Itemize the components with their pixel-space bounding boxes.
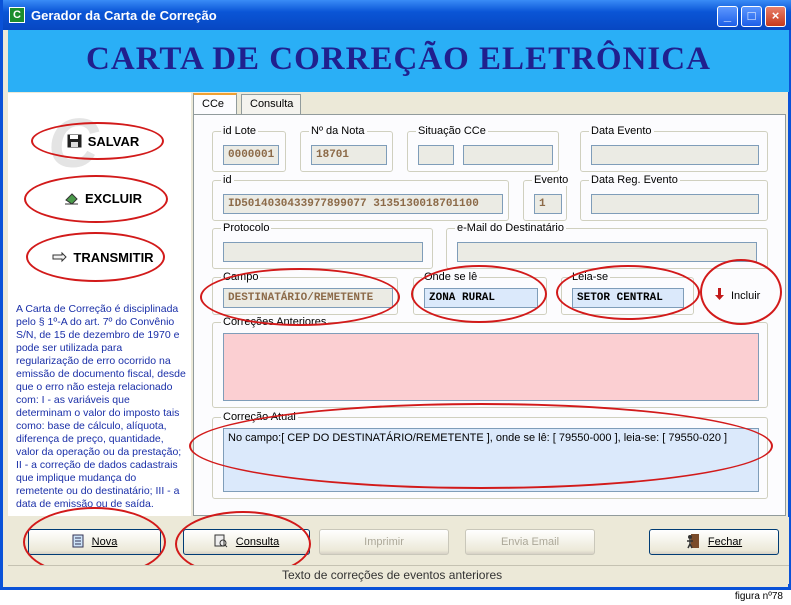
nota-group: Nº da Nota 18701 (300, 125, 393, 172)
annotation-circle-leia (556, 265, 700, 320)
data-reg-group: Data Reg. Evento (580, 174, 768, 221)
situacao-group: Situação CCe (407, 125, 559, 172)
imprimir-button[interactable]: Imprimir (319, 529, 449, 555)
fechar-button[interactable]: Fechar (649, 529, 779, 555)
title-bar[interactable]: C Gerador da Carta de Correção _ □ × (3, 0, 791, 30)
annotation-circle-incluir (700, 259, 782, 325)
evento-group: Evento 1 (523, 174, 571, 221)
protocolo-group: Protocolo (212, 222, 433, 269)
window-title: Gerador da Carta de Correção (31, 8, 217, 23)
status-bar: Texto de correções de eventos anteriores (8, 565, 789, 584)
data-reg-field[interactable] (591, 194, 759, 214)
anteriores-group: Correções Anteriores (212, 316, 768, 408)
minimize-button[interactable]: _ (717, 6, 738, 27)
id-group: id ID5014030433977899077 313513001870110… (212, 174, 509, 221)
id-field[interactable]: ID5014030433977899077 3135130018701100 (223, 194, 503, 214)
id-lote-field[interactable]: 0000001 (223, 145, 279, 165)
annotation-circle-transmitir (26, 232, 165, 282)
protocolo-label: Protocolo (221, 222, 272, 234)
page-title: CARTA DE CORREÇÃO ELETRÔNICA (86, 41, 711, 77)
email-field[interactable] (457, 242, 757, 262)
tab-cce[interactable]: CCe (193, 93, 237, 115)
annotation-circle-excluir (24, 175, 168, 223)
id-label: id (221, 174, 234, 186)
maximize-button[interactable]: □ (741, 6, 762, 27)
data-evento-label: Data Evento (589, 125, 654, 137)
nota-label: Nº da Nota (309, 125, 367, 137)
situacao-label: Situação CCe (416, 125, 488, 137)
protocolo-field[interactable] (223, 242, 423, 262)
data-evento-group: Data Evento (580, 125, 768, 172)
situacao-code-field[interactable] (418, 145, 454, 165)
nota-field[interactable]: 18701 (311, 145, 387, 165)
annotation-circle-atual (189, 403, 773, 489)
close-button[interactable]: × (765, 6, 786, 27)
data-reg-label: Data Reg. Evento (589, 174, 680, 186)
app-icon: C (9, 7, 25, 23)
fechar-label: Fechar (707, 536, 743, 548)
data-evento-field[interactable] (591, 145, 759, 165)
envia-email-button[interactable]: Envia Email (465, 529, 595, 555)
header-banner: CARTA DE CORREÇÃO ELETRÔNICA (8, 30, 789, 92)
annotation-circle-onde (411, 265, 547, 323)
annotation-circle-salvar (31, 122, 164, 160)
email-label: e-Mail do Destinatário (455, 222, 566, 234)
exit-door-icon (686, 533, 700, 552)
legal-note: A Carta de Correção é disciplinada pelo … (16, 303, 186, 510)
status-text: Texto de correções de eventos anteriores (282, 568, 503, 582)
evento-field[interactable]: 1 (534, 194, 562, 214)
evento-label: Evento (532, 174, 571, 186)
situacao-field[interactable] (463, 145, 553, 165)
tab-consulta[interactable]: Consulta (241, 94, 301, 114)
main-window: C Gerador da Carta de Correção _ □ × CAR… (0, 0, 791, 590)
id-lote-label: id Lote (221, 125, 259, 137)
figure-label: figura nº78 (734, 591, 783, 602)
left-panel: C SALVAR EXCLUIR TRANSMITIR A Carta de C… (8, 93, 191, 516)
id-lote-group: id Lote 0000001 (212, 125, 286, 172)
anteriores-field[interactable] (223, 333, 759, 401)
annotation-circle-campo (200, 268, 400, 326)
